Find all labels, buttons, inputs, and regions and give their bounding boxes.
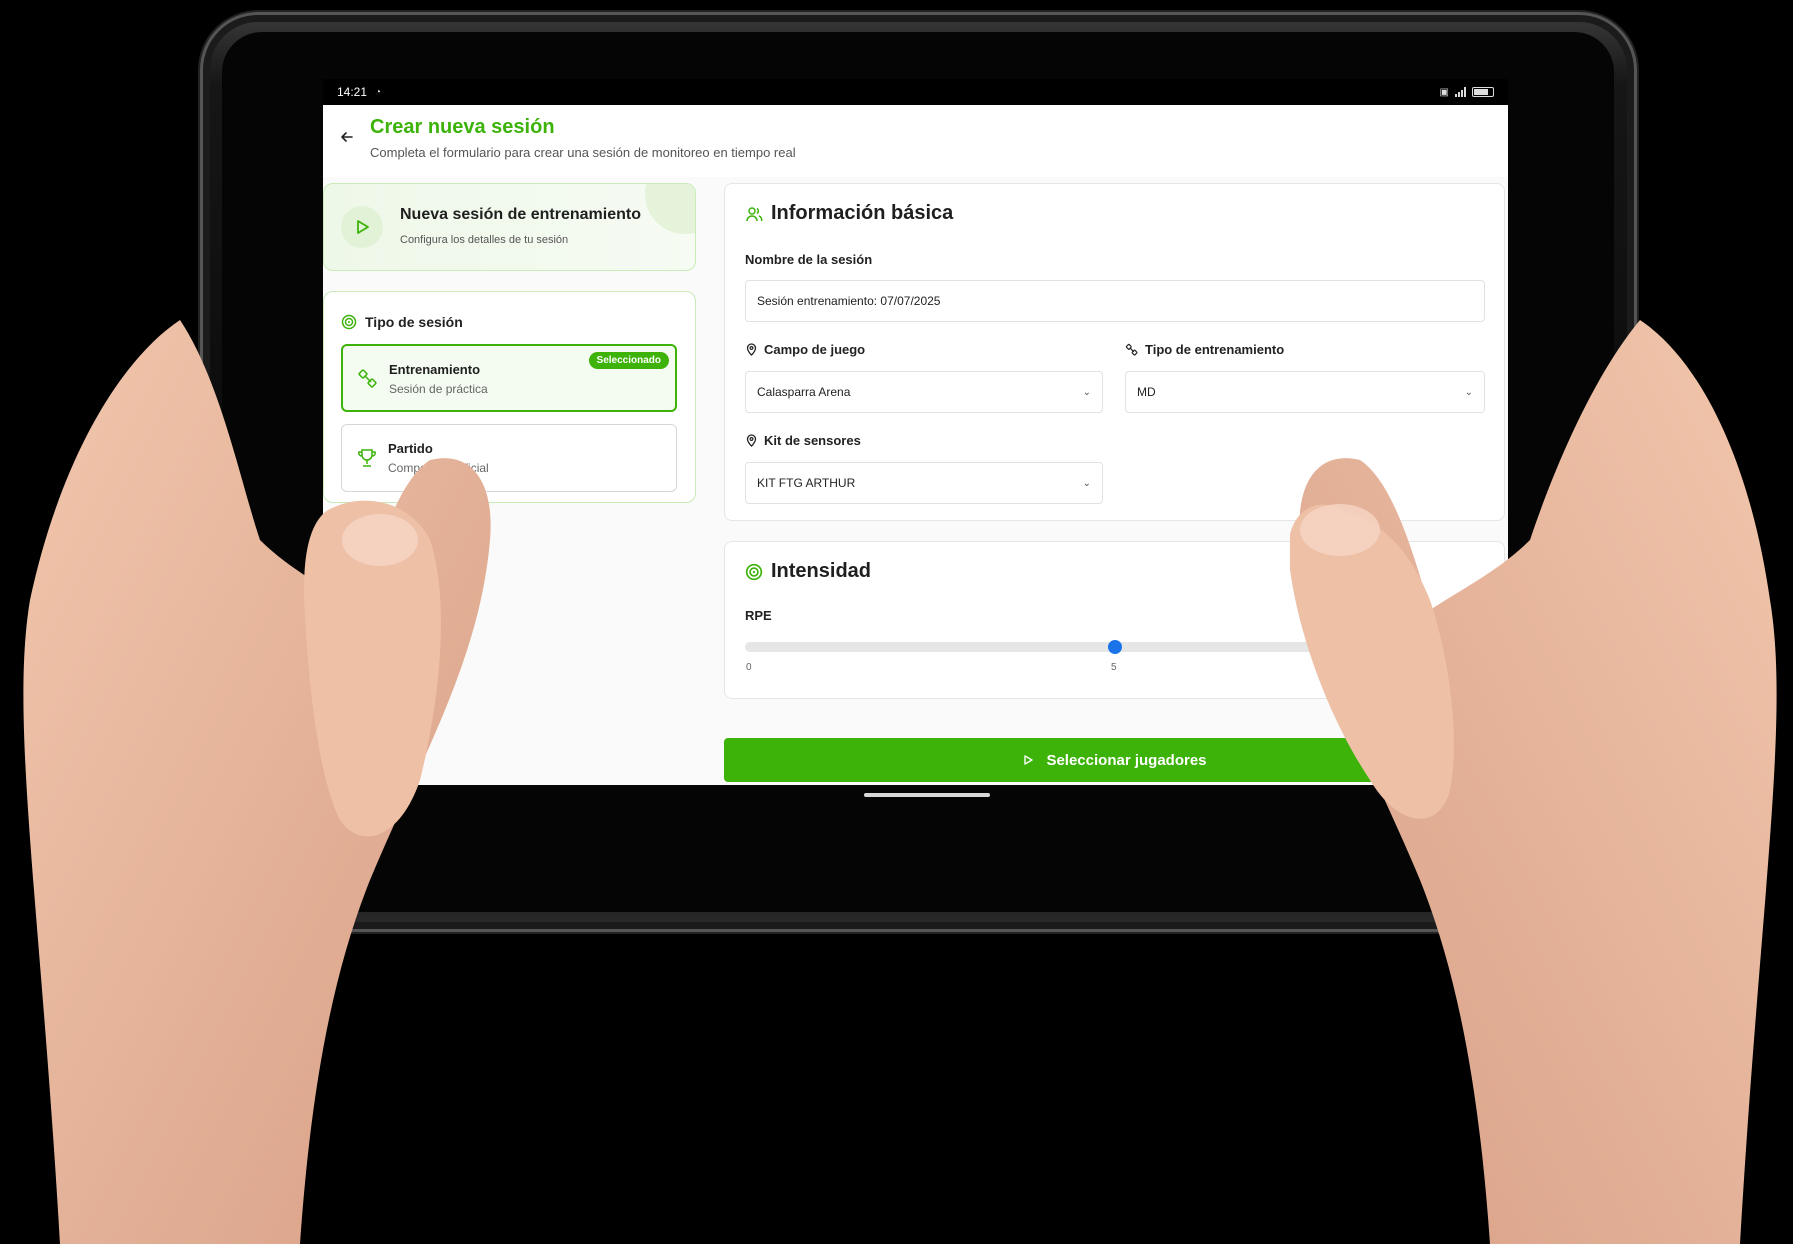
left-hand <box>23 320 491 1244</box>
intensity-title: Intensidad <box>771 560 872 582</box>
chevron-down-icon: ⌄ <box>1082 477 1091 489</box>
arrow-left-icon <box>341 132 353 142</box>
users-icon <box>746 206 763 221</box>
chevron-down-icon: ⌄ <box>1082 386 1091 398</box>
rpe-slider-thumb[interactable] <box>1108 640 1122 654</box>
map-pin-icon <box>746 434 757 447</box>
training-type-label: Tipo de entrenamiento <box>1125 342 1284 357</box>
selected-badge: Seleccionado <box>588 352 669 369</box>
cast-icon: ◔ <box>375 86 382 98</box>
new-session-hero: Nueva sesión de entrenamiento Configura … <box>323 183 696 271</box>
sensor-kit-label: Kit de sensores <box>745 433 861 448</box>
back-button[interactable] <box>335 125 359 149</box>
sim-icon: ▣ <box>1439 86 1449 98</box>
field-select-value: Calasparra Arena <box>757 385 851 399</box>
signal-icon <box>1455 87 1466 97</box>
battery-icon <box>1472 87 1494 97</box>
play-icon <box>341 206 383 248</box>
target-icon <box>745 563 763 580</box>
rpe-tick-min: 0 <box>746 662 752 673</box>
play-icon <box>1024 755 1034 765</box>
training-type-label-text: Tipo de entrenamiento <box>1145 342 1285 357</box>
hero-title: Nueva sesión de entrenamiento <box>400 206 641 223</box>
select-players-label: Seleccionar jugadores <box>1046 751 1207 769</box>
page-subtitle: Completa el formulario para crear una se… <box>370 145 796 160</box>
basic-info-title: Información básica <box>771 202 954 224</box>
sensor-kit-select[interactable]: KIT FTG ARTHUR ⌄ <box>745 462 1103 504</box>
field-select[interactable]: Calasparra Arena ⌄ <box>745 371 1103 413</box>
field-label-text: Campo de juego <box>764 342 866 357</box>
sensor-kit-label-text: Kit de sensores <box>764 433 861 448</box>
field-label: Campo de juego <box>745 342 865 357</box>
rpe-tick-mid: 5 <box>1111 662 1117 673</box>
page-header: Crear nueva sesión Completa el formulari… <box>323 105 1508 177</box>
rpe-label: RPE <box>745 608 772 623</box>
training-icon <box>1125 343 1138 356</box>
session-name-label: Nombre de la sesión <box>745 252 873 267</box>
training-type-value: MD <box>1137 385 1156 399</box>
sensor-kit-value: KIT FTG ARTHUR <box>757 476 856 490</box>
page-title: Crear nueva sesión <box>370 116 555 138</box>
map-pin-icon <box>746 343 757 356</box>
hero-subtitle: Configura los detalles de tu sesión <box>400 234 569 246</box>
intensity-heading: Intensidad <box>745 560 871 583</box>
status-bar: 14:21 ◔ ▣ <box>323 79 1508 105</box>
basic-info-heading: Información básica <box>745 202 953 225</box>
home-indicator[interactable] <box>864 793 990 797</box>
status-time: 14:21 <box>337 85 368 99</box>
right-hand <box>1290 320 1777 1244</box>
